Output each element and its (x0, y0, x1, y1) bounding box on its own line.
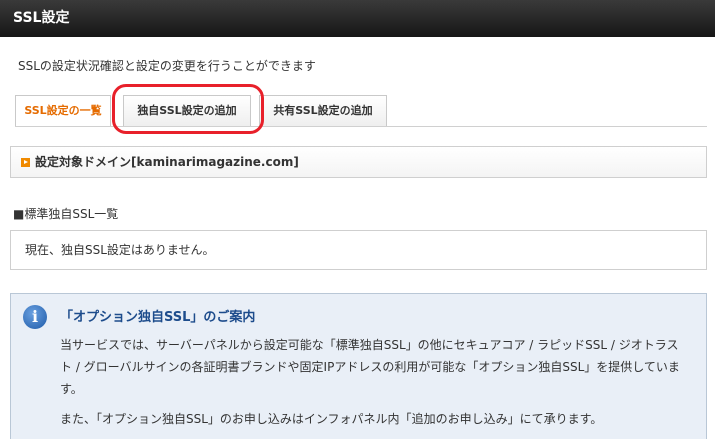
ssl-settings-page: SSL設定 SSLの設定状況確認と設定の変更を行うことができます SSL設定の一… (0, 0, 715, 439)
arrow-bullet-icon (21, 158, 30, 167)
page-title: SSL設定 (13, 10, 70, 26)
standard-ssl-list-heading: ■標準独自SSL一覧 (13, 207, 119, 221)
info-paragraph: 当サービスでは、サーバーパネルから設定可能な「標準独自SSL」の他にセキュアコア… (60, 338, 680, 396)
tab-add-shared-ssl[interactable]: 共有SSL設定の追加 (259, 95, 387, 127)
tab-add-custom-ssl[interactable]: 独自SSL設定の追加 (123, 95, 251, 127)
tab-underline (15, 126, 707, 127)
page-description: SSLの設定状況確認と設定の変更を行うことができます (18, 59, 316, 73)
option-ssl-info-panel: i 「オプション独自SSL」のご案内 当サービスでは、サーバーパネルから設定可能… (10, 293, 707, 439)
info-body: 当サービスでは、サーバーパネルから設定可能な「標準独自SSL」の他にセキュアコア… (60, 334, 680, 438)
target-domain-box: 設定対象ドメイン[kaminarimagazine.com] (10, 146, 707, 178)
target-domain-label: 設定対象ドメイン[kaminarimagazine.com] (35, 155, 299, 169)
tab-ssl-list[interactable]: SSL設定の一覧 (15, 95, 111, 127)
ssl-list-empty-message: 現在、独自SSL設定はありません。 (10, 230, 707, 270)
info-paragraph: また、「オプション独自SSL」のお申し込みはインフォパネル内「追加のお申し込み」… (60, 412, 603, 426)
info-title: 「オプション独自SSL」のご案内 (60, 310, 256, 325)
page-header: SSL設定 (0, 0, 715, 37)
info-icon: i (23, 305, 47, 329)
